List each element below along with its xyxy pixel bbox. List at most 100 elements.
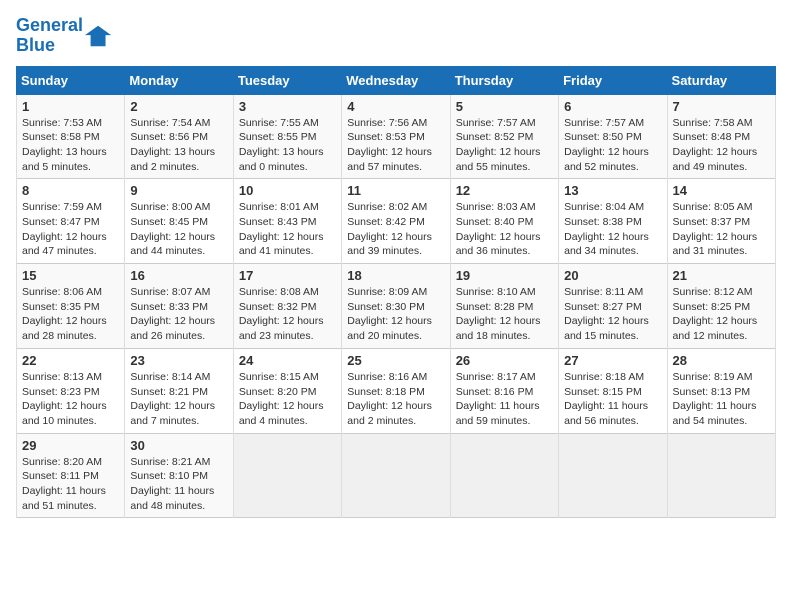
day-number: 15 [22,268,119,283]
weekday-header-wednesday: Wednesday [342,66,450,94]
calendar-cell: 14Sunrise: 8:05 AMSunset: 8:37 PMDayligh… [667,179,775,264]
day-number: 28 [673,353,770,368]
day-number: 9 [130,183,227,198]
calendar-cell: 6Sunrise: 7:57 AMSunset: 8:50 PMDaylight… [559,94,667,179]
day-number: 11 [347,183,444,198]
cell-details: Sunrise: 8:02 AMSunset: 8:42 PMDaylight:… [347,200,444,259]
calendar-cell: 9 Sunrise: 8:00 AMSunset: 8:45 PMDaylight… [125,179,233,264]
calendar-cell: 1 Sunrise: 7:53 AMSunset: 8:58 PMDaylight… [17,94,125,179]
calendar-cell: 23Sunrise: 8:14 AMSunset: 8:21 PMDayligh… [125,348,233,433]
calendar-cell [342,433,450,518]
calendar-cell: 3 Sunrise: 7:55 AMSunset: 8:55 PMDaylight… [233,94,341,179]
calendar-cell: 27 Sunrise: 8:18 AMSunset: 8:15 PMDayligh… [559,348,667,433]
weekday-header-row: SundayMondayTuesdayWednesdayThursdayFrid… [17,66,776,94]
cell-details: Sunrise: 8:10 AMSunset: 8:28 PMDaylight:… [456,285,553,344]
cell-details: Sunrise: 7:57 AMSunset: 8:52 PMDaylight:… [456,116,553,175]
day-number: 3 [239,99,336,114]
cell-details: Sunrise: 8:09 AMSunset: 8:30 PMDaylight:… [347,285,444,344]
weekday-header-monday: Monday [125,66,233,94]
calendar-cell: 10Sunrise: 8:01 AMSunset: 8:43 PMDayligh… [233,179,341,264]
day-number: 5 [456,99,553,114]
cell-details: Sunrise: 8:19 AMSunset: 8:13 PMDaylight:… [673,370,770,429]
cell-details: Sunrise: 7:57 AMSunset: 8:50 PMDaylight:… [564,116,661,175]
cell-details: Sunrise: 8:11 AMSunset: 8:27 PMDaylight:… [564,285,661,344]
logo-icon [85,22,113,50]
weekday-header-thursday: Thursday [450,66,558,94]
cell-details: Sunrise: 7:54 AMSunset: 8:56 PMDaylight:… [130,116,227,175]
cell-details: Sunrise: 8:18 AMSunset: 8:15 PMDaylight:… [564,370,661,429]
calendar-cell: 21 Sunrise: 8:12 AMSunset: 8:25 PMDayligh… [667,264,775,349]
cell-details: Sunrise: 8:03 AMSunset: 8:40 PMDaylight:… [456,200,553,259]
cell-details: Sunrise: 7:58 AMSunset: 8:48 PMDaylight:… [673,116,770,175]
header: General Blue [16,16,776,56]
logo-text: General Blue [16,16,83,56]
calendar-cell: 19 Sunrise: 8:10 AMSunset: 8:28 PMDayligh… [450,264,558,349]
calendar-cell: 28 Sunrise: 8:19 AMSunset: 8:13 PMDayligh… [667,348,775,433]
weekday-header-friday: Friday [559,66,667,94]
weekday-header-saturday: Saturday [667,66,775,94]
cell-details: Sunrise: 7:59 AMSunset: 8:47 PMDaylight:… [22,200,119,259]
cell-details: Sunrise: 8:08 AMSunset: 8:32 PMDaylight:… [239,285,336,344]
cell-details: Sunrise: 8:14 AMSunset: 8:21 PMDaylight:… [130,370,227,429]
cell-details: Sunrise: 8:07 AMSunset: 8:33 PMDaylight:… [130,285,227,344]
calendar-cell: 4 Sunrise: 7:56 AMSunset: 8:53 PMDaylight… [342,94,450,179]
day-number: 2 [130,99,227,114]
day-number: 30 [130,438,227,453]
cell-details: Sunrise: 8:15 AMSunset: 8:20 PMDaylight:… [239,370,336,429]
day-number: 25 [347,353,444,368]
cell-details: Sunrise: 8:04 AMSunset: 8:38 PMDaylight:… [564,200,661,259]
calendar-cell: 18 Sunrise: 8:09 AMSunset: 8:30 PMDayligh… [342,264,450,349]
day-number: 19 [456,268,553,283]
cell-details: Sunrise: 7:53 AMSunset: 8:58 PMDaylight:… [22,116,119,175]
day-number: 1 [22,99,119,114]
weekday-header-tuesday: Tuesday [233,66,341,94]
cell-details: Sunrise: 8:12 AMSunset: 8:25 PMDaylight:… [673,285,770,344]
day-number: 27 [564,353,661,368]
calendar-cell: 11 Sunrise: 8:02 AMSunset: 8:42 PMDayligh… [342,179,450,264]
calendar-cell [233,433,341,518]
calendar-cell: 22Sunrise: 8:13 AMSunset: 8:23 PMDayligh… [17,348,125,433]
day-number: 18 [347,268,444,283]
week-row-5: 29 Sunrise: 8:20 AMSunset: 8:11 PMDayligh… [17,433,776,518]
cell-details: Sunrise: 7:56 AMSunset: 8:53 PMDaylight:… [347,116,444,175]
calendar-cell: 8 Sunrise: 7:59 AMSunset: 8:47 PMDaylight… [17,179,125,264]
cell-details: Sunrise: 8:20 AMSunset: 8:11 PMDaylight:… [22,455,119,514]
calendar-cell: 20 Sunrise: 8:11 AMSunset: 8:27 PMDayligh… [559,264,667,349]
week-row-2: 8 Sunrise: 7:59 AMSunset: 8:47 PMDaylight… [17,179,776,264]
day-number: 4 [347,99,444,114]
cell-details: Sunrise: 8:06 AMSunset: 8:35 PMDaylight:… [22,285,119,344]
calendar-cell: 16 Sunrise: 8:07 AMSunset: 8:33 PMDayligh… [125,264,233,349]
calendar-cell: 15 Sunrise: 8:06 AMSunset: 8:35 PMDayligh… [17,264,125,349]
logo: General Blue [16,16,113,56]
calendar-cell: 13 Sunrise: 8:04 AMSunset: 8:38 PMDayligh… [559,179,667,264]
day-number: 21 [673,268,770,283]
day-number: 7 [673,99,770,114]
calendar-cell: 17Sunrise: 8:08 AMSunset: 8:32 PMDayligh… [233,264,341,349]
day-number: 16 [130,268,227,283]
calendar-cell: 5 Sunrise: 7:57 AMSunset: 8:52 PMDaylight… [450,94,558,179]
week-row-1: 1 Sunrise: 7:53 AMSunset: 8:58 PMDaylight… [17,94,776,179]
day-number: 22 [22,353,119,368]
calendar-cell [450,433,558,518]
day-number: 8 [22,183,119,198]
cell-details: Sunrise: 8:00 AMSunset: 8:45 PMDaylight:… [130,200,227,259]
calendar-cell [559,433,667,518]
weekday-header-sunday: Sunday [17,66,125,94]
cell-details: Sunrise: 8:16 AMSunset: 8:18 PMDaylight:… [347,370,444,429]
week-row-4: 22Sunrise: 8:13 AMSunset: 8:23 PMDayligh… [17,348,776,433]
calendar-cell: 30 Sunrise: 8:21 AMSunset: 8:10 PMDayligh… [125,433,233,518]
calendar-cell: 7 Sunrise: 7:58 AMSunset: 8:48 PMDaylight… [667,94,775,179]
calendar: SundayMondayTuesdayWednesdayThursdayFrid… [16,66,776,519]
day-number: 26 [456,353,553,368]
calendar-cell [667,433,775,518]
calendar-cell: 26 Sunrise: 8:17 AMSunset: 8:16 PMDayligh… [450,348,558,433]
calendar-cell: 25 Sunrise: 8:16 AMSunset: 8:18 PMDayligh… [342,348,450,433]
day-number: 29 [22,438,119,453]
cell-details: Sunrise: 7:55 AMSunset: 8:55 PMDaylight:… [239,116,336,175]
cell-details: Sunrise: 8:17 AMSunset: 8:16 PMDaylight:… [456,370,553,429]
cell-details: Sunrise: 8:21 AMSunset: 8:10 PMDaylight:… [130,455,227,514]
day-number: 13 [564,183,661,198]
day-number: 20 [564,268,661,283]
day-number: 14 [673,183,770,198]
calendar-cell: 12Sunrise: 8:03 AMSunset: 8:40 PMDayligh… [450,179,558,264]
